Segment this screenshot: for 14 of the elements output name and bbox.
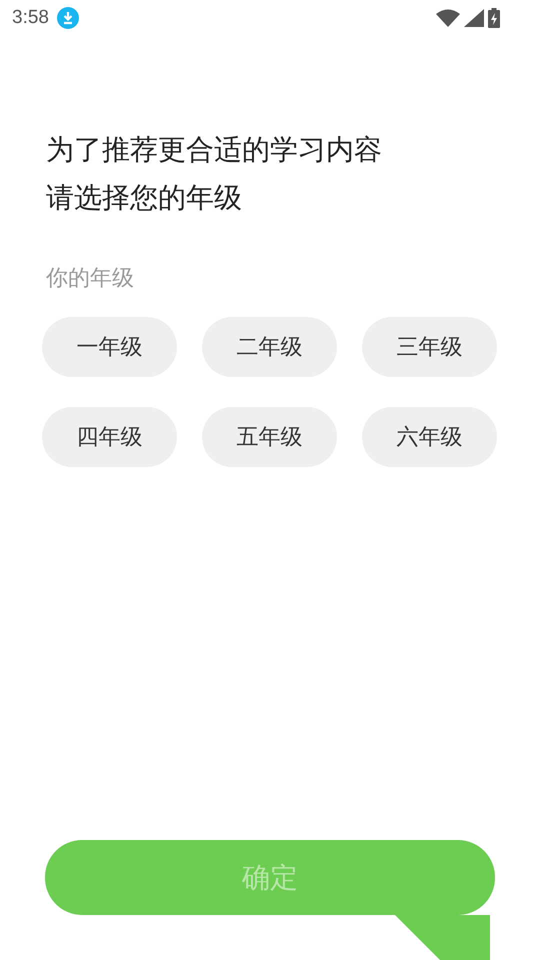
- grade-option[interactable]: 六年级: [362, 407, 497, 467]
- signal-icon: [464, 9, 484, 27]
- battery-icon: [488, 8, 500, 28]
- grade-option[interactable]: 二年级: [202, 317, 337, 377]
- download-icon: [56, 7, 79, 29]
- grade-option[interactable]: 一年级: [42, 317, 177, 377]
- wifi-icon: [436, 9, 460, 27]
- section-label: 你的年级: [46, 265, 135, 293]
- status-time: 3:58: [12, 6, 49, 30]
- heading-line: 请选择您的年级: [46, 180, 243, 216]
- grade-option[interactable]: 四年级: [42, 407, 177, 467]
- grade-option[interactable]: 三年级: [362, 317, 497, 377]
- heading-line: 为了推荐更合适的学习内容: [46, 132, 383, 168]
- grade-option[interactable]: 五年级: [202, 407, 337, 467]
